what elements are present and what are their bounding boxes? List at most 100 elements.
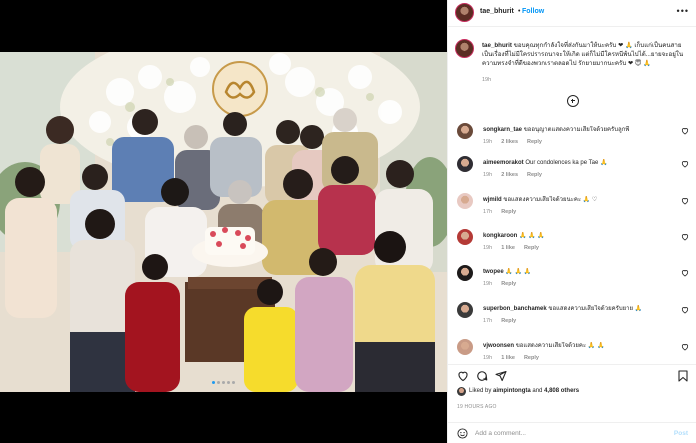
comment-time: 19h <box>483 172 493 178</box>
caption-username[interactable]: tae_bhurit <box>482 42 512 49</box>
comment-likes[interactable]: 1 like <box>501 245 515 251</box>
comment-text: superbon_banchamek ขอแสดงความเสียใจด้วยค… <box>483 305 678 313</box>
comment-like-heart-icon[interactable] <box>681 306 689 314</box>
comment-meta: 19h Reply <box>483 281 525 287</box>
comment-body: ขออนุญาตแสดงความเสียใจด้วยครับลูกพี่ <box>523 127 630 133</box>
comment-meta: 19h 1 like Reply <box>483 245 548 251</box>
comment-time: 17h <box>483 318 493 324</box>
comment-item: aimeemorakot Our condolences ka pe Tae 🙏… <box>448 156 696 186</box>
comment-item: twopee 🙏 🙏 🙏 19h Reply <box>448 265 696 295</box>
caption: tae_bhurit ขอบคุณทุกกำลังใจที่ส่งกันมาให… <box>448 36 696 86</box>
comment-like-heart-icon[interactable] <box>681 343 689 351</box>
post-button[interactable]: Post <box>674 430 688 437</box>
comment-body: 🙏 🙏 🙏 <box>519 233 545 239</box>
comment-text: wjmild ขอแสดงความเสียใจด้วยนะคะ 🙏 ♡ <box>483 196 678 204</box>
comment-username[interactable]: superbon_banchamek <box>483 306 547 312</box>
post-timestamp: 19 HOURS AGO <box>457 404 497 410</box>
comment-item: wjmild ขอแสดงความเสียใจด้วยนะคะ 🙏 ♡ 17h Re… <box>448 193 696 223</box>
comment-item: songkarn_tae ขออนุญาตแสดงความเสียใจด้วยค… <box>448 123 696 153</box>
caption-body: ขอบคุณทุกกำลังใจที่ส่งกันมาให้นะครับ ❤ 🙏… <box>482 42 684 67</box>
comment-likes[interactable]: 1 like <box>501 355 515 361</box>
carousel-dots[interactable] <box>0 381 447 384</box>
username-link[interactable]: tae_bhurit <box>480 8 514 15</box>
avatar[interactable] <box>457 302 473 318</box>
carousel-dot[interactable] <box>222 381 225 384</box>
comment-likes[interactable]: 2 likes <box>501 172 518 178</box>
comment-time: 19h <box>483 281 493 287</box>
avatar[interactable] <box>457 193 473 209</box>
comment-icon[interactable] <box>476 370 488 382</box>
share-icon[interactable] <box>495 370 507 382</box>
action-bar <box>448 364 696 386</box>
avatar[interactable] <box>457 265 473 281</box>
avatar[interactable] <box>457 339 473 355</box>
comment-username[interactable]: aimeemorakot <box>483 160 524 166</box>
likes-prefix: Liked by <box>469 388 492 394</box>
heart-icon[interactable] <box>457 370 469 382</box>
comment-body: Our condolences ka pe Tae 🙏 <box>525 160 608 166</box>
likes-summary: Liked by aimpintongta and 4,808 others <box>448 386 696 398</box>
comment-like-heart-icon[interactable] <box>681 127 689 135</box>
comment-username[interactable]: twopee <box>483 269 504 275</box>
comment-text: aimeemorakot Our condolences ka pe Tae 🙏 <box>483 159 678 167</box>
carousel-dot[interactable] <box>232 381 235 384</box>
liker-username[interactable]: aimpintongta <box>493 388 531 394</box>
comment-input[interactable] <box>475 428 655 439</box>
caption-time: 19h <box>482 77 492 83</box>
comment-time: 19h <box>483 245 493 251</box>
reply-button[interactable]: Reply <box>527 172 542 178</box>
avatar[interactable] <box>457 123 473 139</box>
reply-button[interactable]: Reply <box>524 355 539 361</box>
follow-button[interactable]: Follow <box>522 8 544 15</box>
avatar[interactable] <box>455 3 474 22</box>
comment-item: kongkaroon 🙏 🙏 🙏 19h 1 like Reply <box>448 229 696 259</box>
photo-pane <box>0 0 447 443</box>
comment-meta: 19h 2 likes Reply <box>483 172 551 178</box>
comment-time: 17h <box>483 209 493 215</box>
avatar[interactable] <box>457 387 466 396</box>
emoji-icon[interactable] <box>457 428 468 439</box>
comment-item: superbon_banchamek ขอแสดงความเสียใจด้วยค… <box>448 302 696 332</box>
comment-text: vjwoonsen ขอแสดงความเสียใจด้วยคะ 🙏 🙏 <box>483 342 678 350</box>
comment-like-heart-icon[interactable] <box>681 160 689 168</box>
comment-like-heart-icon[interactable] <box>681 269 689 277</box>
comment-like-heart-icon[interactable] <box>681 233 689 241</box>
more-options-icon[interactable]: ••• <box>677 6 689 16</box>
comment-username[interactable]: songkarn_tae <box>483 127 522 133</box>
comment-meta: 17h Reply <box>483 318 525 324</box>
reply-button[interactable]: Reply <box>501 281 516 287</box>
carousel-dot[interactable] <box>217 381 220 384</box>
comment-text: songkarn_tae ขออนุญาตแสดงความเสียใจด้วยค… <box>483 126 678 134</box>
comment-like-heart-icon[interactable] <box>681 197 689 205</box>
comment-time: 19h <box>483 355 493 361</box>
post-header: tae_bhurit • Follow ••• <box>448 0 696 27</box>
comment-username[interactable]: vjwoonsen <box>483 343 514 349</box>
carousel-dot[interactable] <box>227 381 230 384</box>
avatar[interactable] <box>455 39 474 58</box>
comment-text: kongkaroon 🙏 🙏 🙏 <box>483 232 678 240</box>
bookmark-icon[interactable] <box>677 370 689 382</box>
comment-meta: 19h 1 like Reply <box>483 355 548 361</box>
comment-username[interactable]: wjmild <box>483 197 502 203</box>
likes-and: and <box>532 388 543 394</box>
comment-text: twopee 🙏 🙏 🙏 <box>483 268 678 276</box>
comment-likes[interactable]: 2 likes <box>501 139 518 145</box>
reply-button[interactable]: Reply <box>524 245 539 251</box>
family-photo-illustration <box>0 52 447 392</box>
comment-username[interactable]: kongkaroon <box>483 233 517 239</box>
post-panel: tae_bhurit • Follow ••• tae_bhurit ขอบคุ… <box>447 0 696 443</box>
carousel-dot[interactable] <box>212 381 215 384</box>
avatar[interactable] <box>457 156 473 172</box>
post-photo[interactable] <box>0 52 447 392</box>
load-more-comments-icon[interactable] <box>567 95 579 107</box>
reply-button[interactable]: Reply <box>501 209 516 215</box>
separator-dot: • <box>518 8 521 15</box>
comment-body: ขอแสดงความเสียใจด้วยนะคะ 🙏 ♡ <box>503 197 598 203</box>
reply-button[interactable]: Reply <box>501 318 516 324</box>
reply-button[interactable]: Reply <box>527 139 542 145</box>
comment-body: ขอแสดงความเสียใจด้วยคะ 🙏 🙏 <box>515 343 605 349</box>
caption-text: tae_bhurit ขอบคุณทุกกำลังใจที่ส่งกันมาให… <box>482 41 690 68</box>
likes-count[interactable]: 4,808 others <box>544 388 579 394</box>
comment-body: ขอแสดงความเสียใจด้วยครับยาย 🙏 <box>548 306 643 312</box>
avatar[interactable] <box>457 229 473 245</box>
